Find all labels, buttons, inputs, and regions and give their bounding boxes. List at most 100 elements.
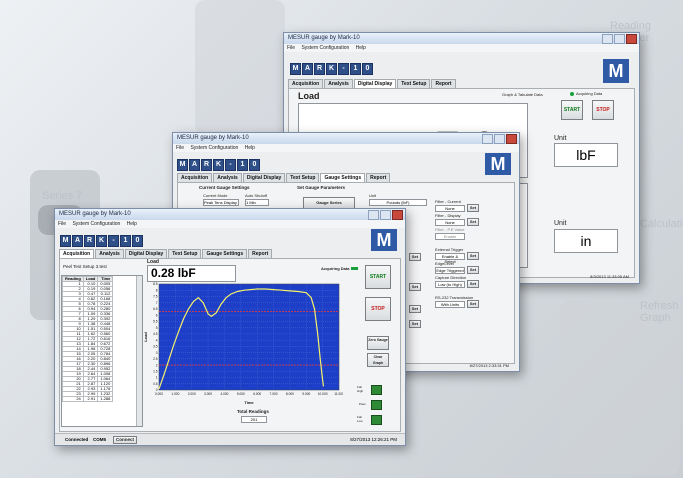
y-tick-label: 8 — [156, 288, 158, 292]
port-name: COM5 — [93, 437, 107, 442]
menu-file[interactable]: File — [176, 145, 184, 151]
x-tick-label: 2.000 — [188, 392, 196, 396]
rs232-select[interactable]: With Units — [435, 301, 465, 308]
clear-graph-button[interactable]: Clear Graph — [367, 353, 389, 367]
filter-display-label: Filter - Display — [435, 213, 461, 218]
window-title: MESUR gauge by Mark-10 — [59, 211, 131, 217]
capture-direction-select[interactable]: Low (to High) — [435, 281, 465, 288]
readings-table-container[interactable]: Reading Load Time 1 0.10 0.005 2 0.19 0.056 3 0.4… — [61, 275, 143, 427]
window-controls — [602, 34, 637, 44]
set-button[interactable]: Set — [409, 320, 421, 328]
set-button[interactable]: Set — [409, 305, 421, 313]
external-trigger-select[interactable]: Enable & Select — [435, 253, 465, 264]
y-tick-label: 7.5 — [153, 295, 158, 299]
set-button[interactable]: Set — [409, 253, 421, 261]
auto-shutoff-label: Auto Shutoff — [245, 193, 267, 198]
brand-letter: 1 — [350, 63, 361, 75]
maximize-button[interactable] — [494, 134, 505, 144]
load-time-chart: 0.000 1.000 2.000 3.000 4.000 5.000 6.000 7.000… — [143, 282, 343, 405]
y-tick-label: 5 — [156, 326, 158, 330]
brand-letter: A — [189, 159, 200, 171]
brand-logo: MARK-10 — [290, 63, 373, 75]
filter-display-select[interactable]: None — [435, 219, 465, 226]
filter-current-label: Filter - Current — [435, 199, 461, 204]
brand-letter: - — [338, 63, 349, 75]
background-word-3: Refresh Graph — [640, 300, 679, 324]
y-axis-label: Load — [143, 332, 148, 342]
fail-low-led — [371, 415, 382, 425]
menu-system-configuration[interactable]: System Configuration — [190, 145, 238, 151]
set-button[interactable]: Set — [409, 283, 421, 291]
x-tick-label: 0.000 — [155, 392, 163, 396]
brand-letter: R — [84, 235, 95, 247]
status-timestamp: 8/3/2013 11:33:05 AM — [590, 274, 629, 279]
unit-label-2: Unit — [554, 220, 567, 227]
close-button[interactable] — [392, 210, 403, 220]
connect-button[interactable]: Connect — [113, 436, 137, 444]
current-mode-label: Current Mode — [203, 193, 228, 198]
x-tick-label: 1.000 — [171, 392, 179, 396]
set-button[interactable]: Set — [467, 300, 479, 308]
table-row[interactable]: 24 2.91 1.288 — [62, 396, 114, 402]
status-timestamp: 8/27/2013 2:33:31 PM — [469, 363, 509, 368]
zero-gauge-button[interactable]: Zero Gauge — [367, 336, 389, 350]
menu-bar: File System Configuration Help — [284, 44, 639, 52]
set-button[interactable]: Set — [467, 280, 479, 288]
menu-file[interactable]: File — [287, 45, 295, 51]
menu-system-configuration[interactable]: System Configuration — [301, 45, 349, 51]
menu-file[interactable]: File — [58, 221, 66, 227]
minimize-button[interactable] — [368, 210, 379, 220]
acquiring-label: Acquiring Data — [321, 266, 350, 271]
set-button[interactable]: Set — [467, 266, 479, 274]
fail-high-label: Fail High — [357, 385, 364, 393]
graph-tabulate-checkbox[interactable]: Graph & Tabulate Data — [502, 92, 543, 97]
close-button[interactable] — [506, 134, 517, 144]
set-button[interactable]: Set — [467, 218, 479, 226]
minimize-button[interactable] — [602, 34, 613, 44]
table-scrollbar[interactable] — [136, 276, 142, 426]
unit-select[interactable]: Pounds (lbF) — [369, 199, 427, 206]
brand-letter: 0 — [249, 159, 260, 171]
auto-shutoff-value: 1 Min — [245, 199, 269, 206]
set-button[interactable]: Set — [467, 204, 479, 212]
close-button[interactable] — [626, 34, 637, 44]
load-value-display: 0.28 lbF — [147, 265, 236, 282]
filter-pe-select[interactable]: Enable — [435, 233, 465, 240]
brand-letter: 1 — [120, 235, 131, 247]
y-tick-label: 3 — [156, 351, 158, 355]
mesur-logo: M — [371, 229, 397, 251]
brand-letter: 0 — [132, 235, 143, 247]
menu-system-configuration[interactable]: System Configuration — [72, 221, 120, 227]
brand-letter: - — [108, 235, 119, 247]
brand-letter: A — [302, 63, 313, 75]
minimize-button[interactable] — [482, 134, 493, 144]
maximize-button[interactable] — [380, 210, 391, 220]
filter-pe-label: Filter - P.E Value — [435, 227, 465, 232]
external-trigger-label: External Trigger — [435, 247, 464, 252]
start-button[interactable]: START — [561, 100, 583, 120]
filter-current-select[interactable]: None — [435, 205, 465, 212]
unit-label-1: Unit — [554, 135, 567, 142]
edge-level-select[interactable]: Edge Triggered — [435, 267, 465, 274]
menu-help[interactable]: Help — [356, 45, 366, 51]
stop-button[interactable]: STOP — [365, 297, 391, 321]
set-parameters-heading: Set Gauge Parameters — [297, 185, 346, 190]
brand-letter: 0 — [362, 63, 373, 75]
maximize-button[interactable] — [614, 34, 625, 44]
brand-letter: M — [177, 159, 188, 171]
acquiring-indicator: Acquiring Data — [321, 266, 359, 271]
y-tick-label: 0.5 — [153, 382, 158, 386]
table-cell: 24 — [62, 396, 84, 402]
menu-help[interactable]: Help — [245, 145, 255, 151]
unit-value-2: in — [554, 229, 618, 253]
brand-letter: - — [225, 159, 236, 171]
set-button[interactable]: Set — [467, 252, 479, 260]
start-button[interactable]: START — [365, 265, 391, 289]
stop-button[interactable]: STOP — [592, 100, 614, 120]
window-title: MESUR gauge by Mark-10 — [288, 35, 360, 41]
window-controls — [482, 134, 517, 144]
menu-help[interactable]: Help — [127, 221, 137, 227]
background-device-text: Series 7 — [42, 190, 83, 202]
background-stand — [195, 0, 285, 135]
total-readings-label: Total Readings — [237, 409, 269, 414]
